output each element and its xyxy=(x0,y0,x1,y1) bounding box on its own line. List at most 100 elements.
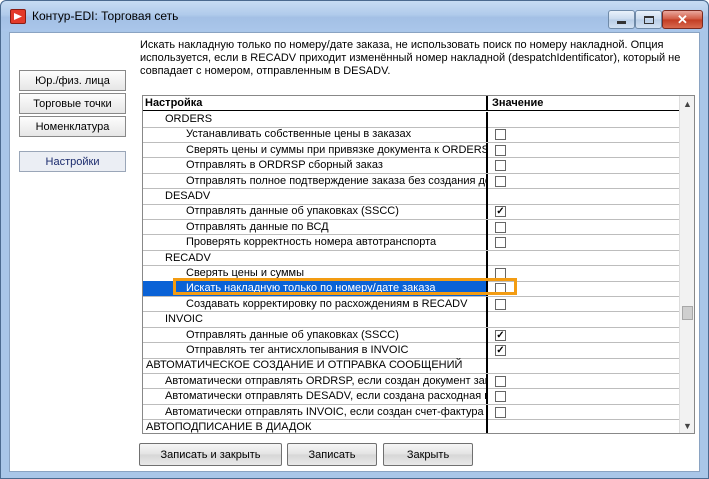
setting-label: Автоматически отправлять DESADV, если со… xyxy=(143,389,488,405)
table-row[interactable]: АВТОПОДПИСАНИЕ В ДИАДОК xyxy=(143,420,679,433)
save-button[interactable]: Записать xyxy=(287,443,377,466)
setting-value-cell xyxy=(490,420,679,433)
table-row[interactable]: ORDERS xyxy=(143,112,679,128)
table-row[interactable]: Отправлять данные об упаковках (SSCC) ✓ xyxy=(143,327,679,344)
setting-label: Автоматически отправлять INVOIC, если со… xyxy=(143,404,488,420)
setting-value-cell xyxy=(490,220,679,235)
checkbox[interactable] xyxy=(495,391,506,403)
setting-label: Отправлять данные об упаковках (SSCC) xyxy=(143,327,488,343)
setting-label: Автоматически отправлять ORDRSP, если со… xyxy=(143,373,488,389)
close-icon: ✕ xyxy=(677,11,688,27)
setting-label: RECADV xyxy=(143,250,488,266)
setting-label: Отправлять полное подтверждение заказа б… xyxy=(143,173,488,189)
setting-value-cell xyxy=(490,112,679,127)
minimize-icon xyxy=(617,21,626,24)
setting-value-cell xyxy=(490,251,679,266)
close-button[interactable]: Закрыть xyxy=(383,443,473,466)
setting-value-cell: ✓ xyxy=(490,343,679,358)
table-row[interactable]: Отправлять данные по ВСД xyxy=(143,219,679,236)
checkbox[interactable] xyxy=(495,160,506,172)
table-row[interactable]: DESADV xyxy=(143,189,679,205)
setting-value-cell: ✓ xyxy=(490,204,679,219)
checkbox[interactable] xyxy=(495,268,506,279)
checkbox[interactable] xyxy=(495,144,506,156)
table-row[interactable]: Сверять цены и суммы xyxy=(143,266,679,282)
table-row[interactable]: Проверять корректность номера автотрансп… xyxy=(143,235,679,251)
setting-label: Отправлять тег антисхлопывания в INVOIC xyxy=(143,343,488,358)
setting-label: Проверять корректность номера автотрансп… xyxy=(143,235,488,251)
checkbox[interactable] xyxy=(495,406,506,418)
setting-value-cell xyxy=(490,235,679,250)
setting-label: Отправлять данные по ВСД xyxy=(143,219,488,235)
sidebar-item-settings[interactable]: Настройки xyxy=(19,151,126,172)
table-row[interactable]: Автоматически отправлять ORDRSP, если со… xyxy=(143,373,679,390)
setting-value-cell xyxy=(490,266,679,281)
client-area: Искать накладную только по номеру/дате з… xyxy=(9,32,700,472)
main-window: Контур-EDI: Торговая сеть ✕ Искать накла… xyxy=(0,0,709,479)
column-header-value[interactable]: Значение xyxy=(490,96,679,111)
table-row[interactable]: Искать накладную только по номеру/дате з… xyxy=(143,281,679,297)
table-row[interactable]: Автоматически отправлять INVOIC, если со… xyxy=(143,404,679,421)
table-row[interactable]: Отправлять данные об упаковках (SSCC) ✓ xyxy=(143,204,679,220)
app-logo-icon xyxy=(10,9,26,24)
setting-value-cell xyxy=(490,297,679,312)
setting-label: Отправлять в ORDRSP сборный заказ xyxy=(143,158,488,174)
checkbox[interactable] xyxy=(495,283,506,295)
setting-label: DESADV xyxy=(143,189,488,204)
close-window-button[interactable]: ✕ xyxy=(662,10,703,29)
checkbox[interactable] xyxy=(495,298,506,310)
setting-label: ORDERS xyxy=(143,112,488,127)
minimize-button[interactable] xyxy=(608,10,635,29)
table-row[interactable]: INVOIC xyxy=(143,312,679,328)
setting-value-cell: ✓ xyxy=(490,328,679,343)
save-and-close-button[interactable]: Записать и закрыть xyxy=(139,443,282,466)
sidebar-item-trade-points[interactable]: Торговые точки xyxy=(19,93,126,114)
column-header-setting[interactable]: Настройка xyxy=(143,96,488,111)
table-row[interactable]: Устанавливать собственные цены в заказах xyxy=(143,127,679,143)
table-row[interactable]: RECADV xyxy=(143,250,679,267)
window-title: Контур-EDI: Торговая сеть xyxy=(32,9,179,23)
scroll-up-icon[interactable]: ▲ xyxy=(680,96,694,111)
setting-label: Отправлять данные об упаковках (SSCC) xyxy=(143,204,488,220)
checkbox[interactable] xyxy=(495,237,506,249)
table-row[interactable]: Отправлять полное подтверждение заказа б… xyxy=(143,173,679,190)
checkbox-checked[interactable]: ✓ xyxy=(495,345,506,356)
setting-value-cell xyxy=(490,127,679,142)
table-row[interactable]: Сверять цены и суммы при привязке докуме… xyxy=(143,142,679,159)
table-row[interactable]: Отправлять тег антисхлопывания в INVOIC ✓ xyxy=(143,343,679,359)
checkbox[interactable] xyxy=(495,221,506,233)
setting-value-cell xyxy=(490,405,679,420)
checkbox-checked[interactable]: ✓ xyxy=(495,329,506,341)
checkbox[interactable] xyxy=(495,175,506,187)
table-row[interactable]: Автоматически отправлять DESADV, если со… xyxy=(143,389,679,405)
setting-label: Искать накладную только по номеру/дате з… xyxy=(143,281,488,297)
maximize-button[interactable] xyxy=(635,10,662,29)
scroll-thumb[interactable] xyxy=(682,306,693,320)
sidebar-item-nomenclature[interactable]: Номенклатура xyxy=(19,116,126,137)
checkbox-checked[interactable]: ✓ xyxy=(495,206,506,218)
table-row[interactable]: АВТОМАТИЧЕСКОЕ СОЗДАНИЕ И ОТПРАВКА СООБЩ… xyxy=(143,358,679,374)
sidebar-item-legal-entities[interactable]: Юр./физ. лица xyxy=(19,70,126,91)
setting-label: АВТОПОДПИСАНИЕ В ДИАДОК xyxy=(143,420,488,433)
checkbox[interactable] xyxy=(495,129,506,141)
checkbox[interactable] xyxy=(495,375,506,387)
scroll-down-icon[interactable]: ▼ xyxy=(680,418,694,433)
setting-value-cell xyxy=(490,143,679,158)
setting-value-cell xyxy=(490,281,679,296)
grid-header: Настройка Значение xyxy=(143,96,679,111)
setting-label: АВТОМАТИЧЕСКОЕ СОЗДАНИЕ И ОТПРАВКА СООБЩ… xyxy=(143,358,488,374)
table-row[interactable]: Создавать корректировку по расхождениям … xyxy=(143,296,679,313)
setting-label: Устанавливать собственные цены в заказах xyxy=(143,127,488,143)
setting-label: Сверять цены и суммы xyxy=(143,266,488,281)
setting-value-cell xyxy=(490,389,679,404)
table-row[interactable]: Отправлять в ORDRSP сборный заказ xyxy=(143,158,679,174)
setting-value-cell xyxy=(490,174,679,189)
setting-value-cell xyxy=(490,358,679,373)
setting-value-cell xyxy=(490,312,679,327)
setting-value-cell xyxy=(490,374,679,389)
vertical-scrollbar[interactable]: ▲ ▼ xyxy=(679,96,694,433)
setting-label: INVOIC xyxy=(143,312,488,328)
title-bar[interactable]: Контур-EDI: Торговая сеть ✕ xyxy=(1,1,708,31)
option-description: Искать накладную только по номеру/дате з… xyxy=(140,39,681,77)
settings-grid: Настройка Значение ORDERS Устанавливать с… xyxy=(142,95,695,434)
